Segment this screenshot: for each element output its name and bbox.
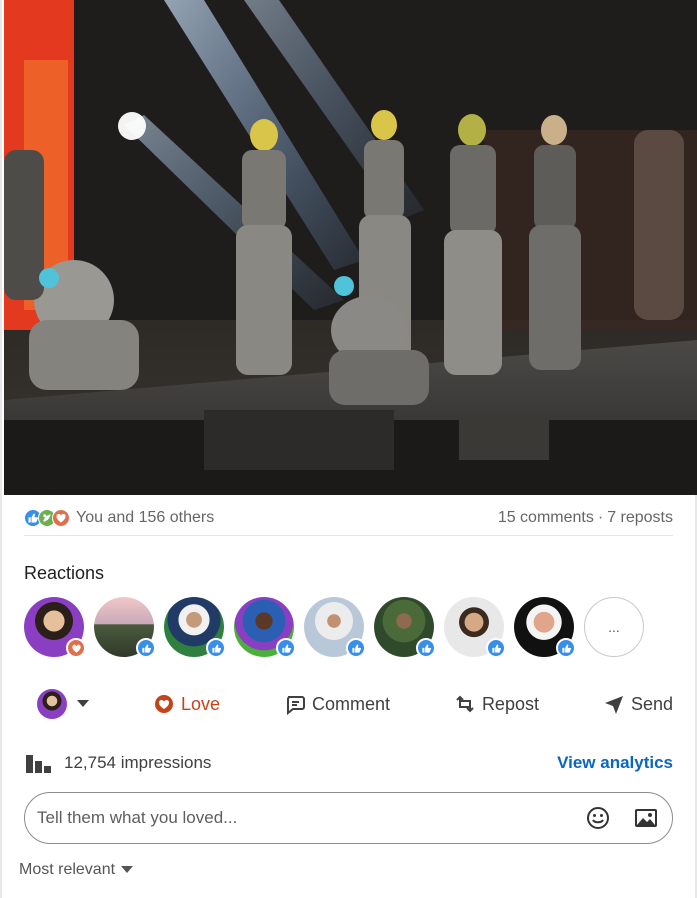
comments-count-link[interactable]: 15 comments: [498, 509, 594, 527]
love-label: Love: [180, 693, 220, 714]
like-icon: [136, 638, 156, 658]
reposts-count-link[interactable]: 7 reposts: [607, 509, 673, 527]
reactions-count-text[interactable]: You and 156 others: [76, 509, 214, 527]
send-label: Send: [630, 693, 673, 714]
comment-box: [24, 792, 673, 844]
comment-label: Comment: [311, 693, 390, 714]
comments-reposts: 15 comments · 7 reposts: [498, 509, 673, 527]
send-button[interactable]: Send: [603, 693, 673, 715]
love-icon: [52, 508, 70, 527]
reactor-avatars: ...: [24, 597, 644, 658]
like-icon: [276, 638, 296, 658]
post-card: You and 156 others 15 comments · 7 repos…: [0, 0, 697, 898]
social-counts: You and 156 others 15 comments · 7 repos…: [24, 500, 673, 536]
reactions-summary[interactable]: You and 156 others: [24, 508, 214, 527]
love-icon: [66, 638, 86, 658]
caret-down-icon: [121, 866, 134, 873]
repost-label: Repost: [481, 693, 539, 714]
reactor-avatar[interactable]: [374, 597, 436, 658]
reactor-avatar[interactable]: [94, 597, 156, 658]
emoji-icon: [587, 807, 609, 829]
reactor-avatar[interactable]: [304, 597, 366, 658]
send-icon: [604, 696, 623, 714]
reactor-avatar[interactable]: [24, 597, 86, 658]
impressions-label: 12,754 impressions: [64, 753, 212, 772]
like-icon: [556, 638, 576, 658]
bar-chart-icon: [26, 755, 51, 773]
impressions-row: 12,754 impressions View analytics: [24, 748, 673, 778]
love-icon: [154, 695, 173, 713]
comment-icon: [286, 696, 305, 715]
reactor-avatar[interactable]: [164, 597, 226, 658]
comment-button[interactable]: Comment: [284, 693, 390, 715]
avatar: [37, 689, 67, 719]
reactor-avatar[interactable]: [234, 597, 296, 658]
view-analytics-link[interactable]: View analytics: [557, 753, 673, 773]
image-icon: [635, 809, 657, 827]
like-icon: [346, 638, 366, 658]
reactor-avatar[interactable]: [444, 597, 506, 658]
action-bar: Love Comment Repost Send: [24, 680, 673, 728]
like-icon: [416, 638, 436, 658]
sort-label: Most relevant: [19, 861, 116, 878]
video-frame-illustration: [4, 0, 697, 495]
reaction-actor-selector[interactable]: [24, 689, 89, 719]
reaction-icons: [24, 508, 70, 527]
impressions: 12,754 impressions: [24, 751, 211, 775]
sort-dropdown[interactable]: Most relevant: [19, 861, 134, 879]
counts-separator: ·: [597, 508, 604, 526]
like-icon: [486, 638, 506, 658]
reactions-heading: Reactions: [24, 563, 105, 583]
post-video[interactable]: [4, 0, 697, 495]
like-icon: [206, 638, 226, 658]
reactor-avatar[interactable]: [514, 597, 576, 658]
emoji-button[interactable]: [584, 804, 612, 832]
love-button[interactable]: Love: [153, 693, 220, 715]
comment-input[interactable]: [37, 808, 564, 828]
caret-down-icon: [77, 700, 89, 707]
repost-button[interactable]: Repost: [454, 693, 539, 715]
photo-button[interactable]: [632, 804, 660, 832]
more-reactors-button[interactable]: ...: [584, 597, 644, 657]
repost-icon: [456, 695, 474, 713]
